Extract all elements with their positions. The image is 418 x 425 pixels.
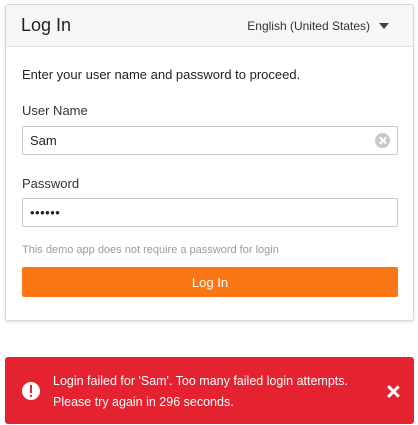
password-value: •••••• bbox=[30, 205, 61, 220]
username-label: User Name bbox=[22, 103, 88, 118]
password-hint: This demo app does not require a passwor… bbox=[22, 244, 279, 256]
clear-icon[interactable] bbox=[375, 133, 390, 148]
card-header: Log In English (United States) bbox=[6, 5, 413, 47]
language-selector[interactable]: English (United States) bbox=[247, 19, 389, 33]
login-button[interactable]: Log In bbox=[22, 267, 398, 297]
language-label: English (United States) bbox=[247, 18, 370, 33]
chevron-down-icon bbox=[379, 22, 389, 29]
toast-message: Login failed for 'Sam'. Too many failed … bbox=[53, 374, 348, 409]
error-toast: Login failed for 'Sam'. Too many failed … bbox=[5, 357, 414, 424]
intro-text: Enter your user name and password to pro… bbox=[22, 67, 301, 82]
password-input[interactable]: •••••• bbox=[22, 198, 398, 227]
alert-circle-icon bbox=[22, 382, 40, 400]
username-value: Sam bbox=[30, 133, 57, 148]
username-input[interactable]: Sam bbox=[22, 126, 398, 155]
password-label: Password bbox=[22, 176, 80, 191]
page-title: Log In bbox=[21, 15, 72, 35]
login-card: Log In English (United States) Enter you… bbox=[5, 4, 414, 321]
close-icon[interactable] bbox=[386, 385, 400, 399]
